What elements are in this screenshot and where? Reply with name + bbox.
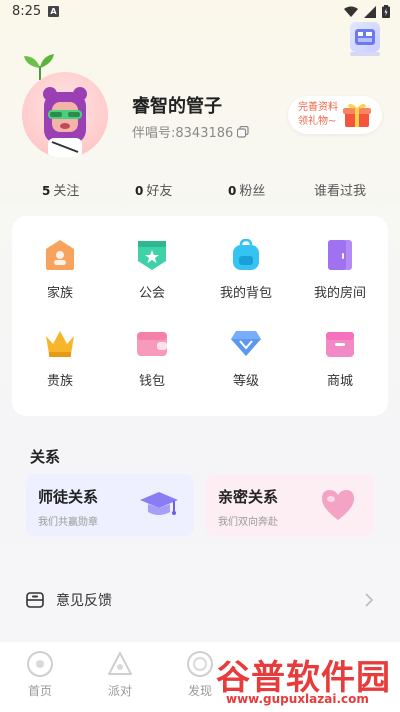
backpack-icon: [229, 238, 263, 272]
crown-icon: [43, 326, 77, 360]
feedback-label: 意见反馈: [56, 593, 112, 609]
status-icons: [344, 5, 390, 18]
grid-item-family[interactable]: 家族: [20, 238, 100, 301]
tab-home[interactable]: 首页: [5, 650, 75, 699]
stat-label: 粉丝: [239, 184, 266, 199]
tab-label: 派对: [107, 684, 132, 698]
complete-profile-button[interactable]: 完善资料 领礼物~: [288, 96, 382, 134]
signal-icon: [364, 5, 376, 18]
graduation-cap-icon: [140, 492, 178, 515]
grid-item-shop[interactable]: 商城: [300, 326, 380, 389]
diamond-icon: [229, 326, 263, 360]
grid-item-wallet[interactable]: 钱包: [112, 326, 192, 389]
avatar-image: [22, 72, 108, 158]
guild-icon: [135, 238, 169, 272]
mentor-relation-card[interactable]: 师徒关系 我们共赢勋章: [26, 474, 194, 536]
stat-label: 谁看过我: [314, 184, 367, 199]
grid-label: 钱包: [138, 374, 165, 389]
family-icon: [43, 238, 77, 272]
status-bar: 8:25 A: [0, 0, 400, 24]
grid-label: 商城: [326, 374, 353, 389]
wifi-icon: [344, 6, 358, 17]
stat-fans[interactable]: 0 粉丝: [228, 180, 265, 199]
battery-icon: [382, 5, 390, 18]
stat-visitors[interactable]: 谁看过我: [314, 180, 366, 199]
party-icon: [108, 652, 132, 675]
scan-icon[interactable]: [350, 22, 380, 52]
grid-label: 我的背包: [219, 286, 272, 301]
stat-label: 好友: [146, 184, 173, 199]
watermark: 谷普软件园 www.gupuxlazai.com: [196, 650, 396, 710]
grid-item-backpack[interactable]: 我的背包: [206, 238, 286, 301]
wallet-icon: [135, 326, 169, 360]
status-time: 8:25: [12, 4, 42, 19]
stat-count: 5: [42, 184, 51, 198]
copy-icon[interactable]: [237, 125, 249, 138]
chevron-right-icon: [365, 593, 374, 607]
room-icon: [323, 238, 357, 272]
watermark-url: www.gupuxlazai.com: [226, 692, 369, 706]
home-icon: [27, 651, 53, 677]
stat-count: 0: [135, 184, 144, 198]
grid-label: 公会: [138, 286, 165, 301]
stat-friends[interactable]: 0 好友: [135, 180, 172, 199]
grid-item-guild[interactable]: 公会: [112, 238, 192, 301]
stats-row: 5 关注 0 好友 0 粉丝 谁看过我: [0, 180, 400, 200]
notification-icon: A: [48, 6, 59, 17]
user-id-text: 伴唱号:8343186: [132, 126, 234, 141]
relations-section: 关系 师徒关系 我们共赢勋章 亲密关系 我们双向奔赴: [12, 430, 388, 560]
avatar[interactable]: [20, 54, 110, 160]
stat-label: 关注: [53, 184, 80, 199]
stat-following[interactable]: 5 关注: [42, 180, 79, 199]
grid-item-room[interactable]: 我的房间: [300, 238, 380, 301]
top-icon-bar: [350, 52, 380, 56]
grid-label: 我的房间: [313, 286, 366, 301]
promo-line1: 完善资料: [298, 102, 338, 113]
intimate-relation-card[interactable]: 亲密关系 我们双向奔赴: [206, 474, 374, 536]
feature-grid: 家族 公会 我的背包 我的房间 贵族 钱包 等级 商城: [12, 216, 388, 416]
feedback-row[interactable]: 意见反馈: [12, 578, 388, 622]
shop-icon: [323, 326, 357, 360]
username: 睿智的管子: [132, 96, 222, 117]
tab-label: 首页: [27, 684, 52, 698]
promo-line2: 领礼物~: [298, 116, 337, 127]
section-title: 关系: [30, 448, 61, 466]
grid-label: 贵族: [46, 374, 73, 389]
heart-icon: [322, 490, 354, 520]
grid-item-level[interactable]: 等级: [206, 326, 286, 389]
grid-item-noble[interactable]: 贵族: [20, 326, 100, 389]
grid-label: 等级: [232, 374, 259, 389]
gift-icon: [343, 103, 371, 127]
tab-party[interactable]: 派对: [85, 650, 155, 699]
feedback-icon: [26, 592, 44, 608]
stat-count: 0: [228, 184, 237, 198]
grid-label: 家族: [46, 286, 73, 301]
user-id: 伴唱号:8343186: [132, 122, 249, 141]
